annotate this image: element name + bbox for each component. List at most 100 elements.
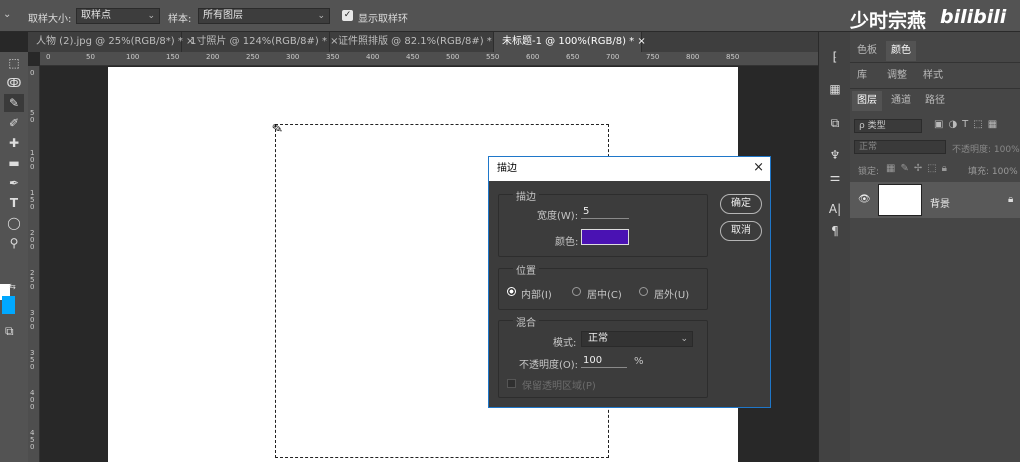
inside-radio[interactable] [507,287,516,296]
ruler-tick-label: 450 [30,429,35,451]
stroke-color-swatch[interactable] [581,229,629,245]
text-tool-icon[interactable]: T [4,194,24,212]
eyedropper-tool-icon[interactable]: ✎ [4,94,24,112]
blend-mode-select[interactable]: 正常 [854,140,946,154]
layer-comps-icon[interactable]: ⧉ [825,114,845,132]
eyedropper-cursor-icon: ✎ [270,121,285,138]
character-panel-icon[interactable]: A| [825,200,845,218]
inside-label[interactable]: 内部(I) [521,286,552,301]
ruler-tick-label: 100 [30,149,35,171]
layer-filter-icons[interactable]: ▣◑T⬚▦ [934,119,1002,130]
tab-layers[interactable]: 图层 [852,91,882,111]
layer-kind-filter[interactable]: ρ 类型 [854,119,922,133]
lock-icons[interactable]: ▦✎✢⬚🔒︎ [886,163,952,174]
ruler-vertical: 0 50 100 150 200 250 300 350 400 450 [28,66,40,462]
paragraph-panel-icon[interactable]: ¶ [825,222,845,240]
close-icon[interactable]: × [637,36,645,47]
opacity-label: 不透明度(O): [519,360,579,371]
tool-preset-dropdown-icon[interactable]: ⌄ [3,9,11,20]
zoom-tool-icon[interactable]: ⚲ [4,234,24,252]
layer-kind-value: ρ 类型 [859,121,886,131]
opacity-input[interactable]: 100 [581,354,627,368]
tab-document-2[interactable]: 1寸照片 @ 124%(RGB/8#) * × [182,32,339,52]
preserve-transparency-checkbox[interactable] [507,379,516,388]
lock-label: 锁定: [858,167,880,177]
blend-mode-dropdown[interactable]: 正常 ⌄ [581,331,693,347]
chevron-down-icon: ⌄ [147,11,155,21]
tab-styles[interactable]: 样式 [918,66,948,86]
divider [850,62,1020,63]
layer-name[interactable]: 背景 [930,195,950,210]
background-color-swatch[interactable] [2,296,15,314]
fill-label[interactable]: 填充: 100% [968,164,1018,177]
tab-label: 人物 (2).jpg @ 25%(RGB/8*) * [36,36,183,47]
dialog-title-bar: 描边 × [489,157,770,181]
adjustments-icon[interactable]: ⚌ [825,168,845,186]
brush-presets-icon[interactable]: ♆ [825,146,845,164]
watermark-text: 少时宗燕 [850,10,927,32]
ruler-tick-label: 150 [30,189,35,211]
sample-select[interactable]: 所有图层 ⌄ [198,8,330,24]
right-panel: 色板 颜色 库 调整 样式 图层 通道 路径 ρ 类型 ▣◑T⬚▦ 正常 不透明… [850,32,1020,462]
tab-document-4-active[interactable]: 未标题-1 @ 100%(RGB/8) * × [494,32,646,52]
ruler-tick-label: 100 [126,53,140,61]
lock-icon: 🔒︎ [1008,194,1014,205]
ruler-tick-label: 300 [286,53,300,61]
sample-size-select[interactable]: 取样点 ⌄ [76,8,160,24]
tab-swatches[interactable]: 色板 [852,41,882,61]
ruler-tick-label: 200 [206,53,220,61]
eraser-tool-icon[interactable]: ▬ [4,154,24,172]
divider [850,88,1020,89]
ruler-tick-label: 50 [86,53,95,61]
center-label[interactable]: 居中(C) [587,286,622,301]
ok-button[interactable]: 确定 [720,194,762,214]
tab-libraries[interactable]: 库 [852,66,872,86]
location-group-label: 位置 [513,262,539,277]
color-label: 颜色: [555,237,579,248]
brush-tool-icon[interactable]: ✐ [4,114,24,132]
outside-label[interactable]: 居外(U) [654,286,689,301]
cancel-button[interactable]: 取消 [720,221,762,241]
show-ring-checkbox[interactable]: ✓ [342,10,353,21]
ruler-tick-label: 0 [30,69,35,77]
sample-value: 所有图层 [203,10,243,21]
screen-mode-icon[interactable]: ⧉ [5,324,14,339]
outside-radio[interactable] [639,287,648,296]
tab-adjustments[interactable]: 调整 [882,66,912,86]
sample-size-value: 取样点 [81,10,111,21]
healing-tool-icon[interactable]: ✚ [4,134,24,152]
properties-panel-icon[interactable]: ▦ [825,80,845,98]
chevron-down-icon: ⌄ [680,334,688,344]
dialog-title: 描边 [497,163,517,174]
ruler-tick-label: 150 [166,53,180,61]
ruler-tick-label: 700 [606,53,620,61]
lasso-tool-icon[interactable]: ↂ [4,74,24,92]
tab-document-3[interactable]: 证件照排版 @ 82.1%(RGB/8#) * × [330,32,503,52]
swap-colors-icon[interactable]: ⇆ [9,282,16,291]
layer-opacity[interactable]: 不透明度: 100% [952,142,1020,155]
panel-icon-strip: ⁅ ▦ ⧉ ♆ ⚌ A| ¶ [818,32,850,462]
tab-color[interactable]: 颜色 [886,41,916,61]
ruler-tick-label: 200 [30,229,35,251]
tools-panel: ⬚ ↂ ✎ ✐ ✚ ▬ ✒ T ◯ ⚲ ⇆ ⧉ [0,52,28,462]
width-input[interactable]: 5 [581,205,629,219]
stroke-dialog: 描边 × 描边 宽度(W): 5 颜色: 确定 取消 位置 内部(I) 居中(C… [488,156,771,408]
ellipse-tool-icon[interactable]: ◯ [4,214,24,232]
tab-channels[interactable]: 通道 [886,91,916,111]
ruler-tick-label: 600 [526,53,540,61]
tab-paths[interactable]: 路径 [920,91,950,111]
eye-visibility-icon[interactable]: 👁︎ [858,194,871,205]
bilibili-logo: bilibili [940,6,1007,28]
document-tabs: 人物 (2).jpg @ 25%(RGB/8*) * × 1寸照片 @ 124%… [28,32,818,52]
ruler-tick-label: 800 [686,53,700,61]
history-panel-icon[interactable]: ⁅ [825,48,845,66]
pen-tool-icon[interactable]: ✒ [4,174,24,192]
ruler-tick-label: 500 [446,53,460,61]
marquee-tool-icon[interactable]: ⬚ [4,54,24,72]
ruler-horizontal: 0 50 100 150 200 250 300 350 400 450 500 550 600 650 7… [40,52,818,66]
center-radio[interactable] [572,287,581,296]
ruler-tick-label: 400 [366,53,380,61]
tab-document-1[interactable]: 人物 (2).jpg @ 25%(RGB/8*) * × [28,32,194,52]
stroke-group-label: 描边 [513,188,539,203]
close-icon[interactable]: × [753,160,764,176]
